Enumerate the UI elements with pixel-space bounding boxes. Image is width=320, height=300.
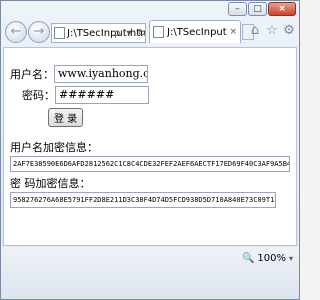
tab-page-icon (153, 26, 164, 38)
password-label: 密码： (22, 89, 55, 102)
zoom-level: 100% (257, 253, 286, 264)
tab-close-icon[interactable]: × (229, 27, 237, 37)
username-label: 用户名： (10, 68, 54, 81)
login-button[interactable]: 登 录 (48, 108, 84, 127)
password-enc-title: 密 码加密信息： (10, 177, 91, 190)
status-bar: 🔍 100% ▾ (1, 247, 299, 299)
back-button[interactable]: ← (5, 21, 27, 43)
page-content: 用户名： www.iyanhong.com 密码： ###### 登 录 用户名… (3, 47, 297, 246)
favorites-icon[interactable]: ☆ (265, 23, 279, 39)
username-input[interactable]: www.iyanhong.com (54, 65, 148, 83)
maximize-button[interactable]: □ (248, 2, 267, 16)
search-icon[interactable]: ρ (114, 28, 120, 39)
refresh-icon[interactable]: ↻ (138, 28, 146, 39)
login-row: 登 录 (48, 108, 84, 127)
zoom-dropdown-icon[interactable]: ▾ (289, 254, 293, 263)
browser-window: – □ × ← → J:\TSecInput.html ρ ▾ ↻ J:\TSe… (0, 0, 300, 300)
username-row: 用户名： www.iyanhong.com (10, 65, 148, 83)
settings-icon[interactable]: ⚙ (282, 23, 296, 39)
user-pass-title: 用户名加密信息： (10, 141, 98, 154)
forward-button[interactable]: → (28, 21, 50, 43)
password-enc-output[interactable]: 958276276A68E5791FF2D8E211D3C38F4D74D5FC… (10, 192, 276, 208)
navigation-bar: ← → J:\TSecInput.html ρ ▾ ↻ J:\TSecInput… (1, 17, 299, 47)
address-tools: ρ ▾ ↻ (111, 23, 149, 43)
minimize-button[interactable]: – (228, 2, 247, 16)
user-pass-output[interactable]: 2AF7E38590E6D6AFD2812562C1C8C4CDE32FEF2A… (10, 156, 290, 172)
password-input[interactable]: ###### (55, 86, 149, 104)
close-window-button[interactable]: × (268, 2, 296, 16)
window-controls: – □ × (228, 2, 296, 16)
browser-tools: ⌂ ☆ ⚙ (248, 23, 296, 39)
home-icon[interactable]: ⌂ (248, 23, 262, 39)
tab-active[interactable]: J:\TSecInput.html × (149, 20, 241, 43)
page-icon (54, 27, 65, 39)
zoom-control[interactable]: 🔍 100% ▾ (242, 253, 293, 264)
tab-label: J:\TSecInput.html (167, 26, 227, 38)
address-dropdown-icon[interactable]: ▾ (126, 28, 131, 39)
zoom-icon: 🔍 (241, 253, 255, 264)
password-row: 密码： ###### (22, 86, 149, 104)
